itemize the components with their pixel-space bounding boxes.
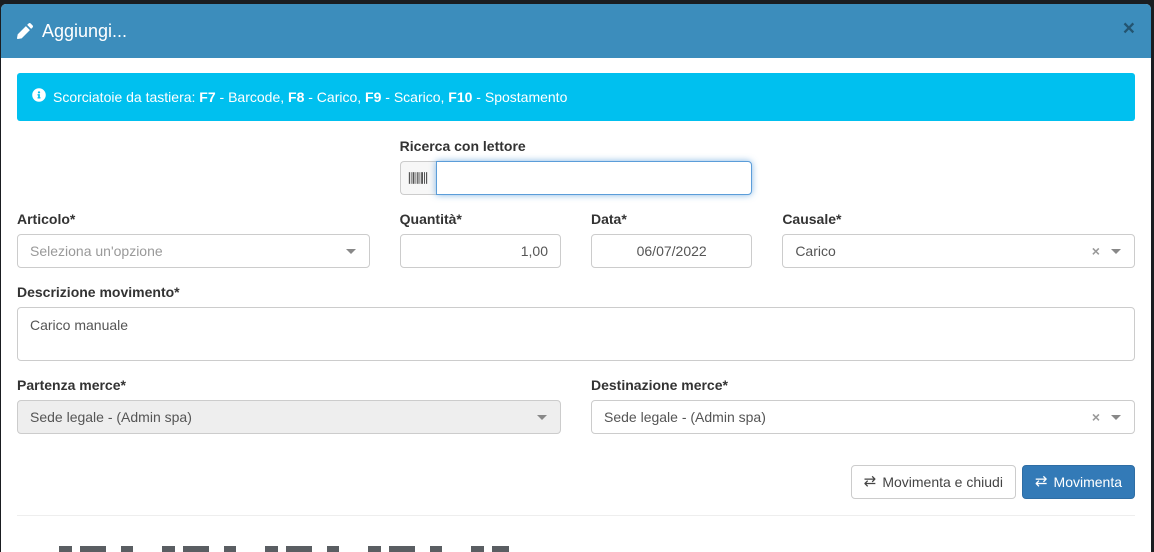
quantita-input[interactable] [400, 234, 561, 268]
shortcuts-text: Scorciatoie da tastiera: F7 - Barcode, F… [53, 87, 567, 107]
modal-body: Scorciatoie da tastiera: F7 - Barcode, F… [1, 58, 1151, 552]
partenza-value: Sede legale - (Admin spa) [30, 409, 192, 425]
pencil-icon [17, 23, 33, 39]
data-input[interactable] [591, 234, 752, 268]
chevron-down-icon [1111, 415, 1121, 420]
action-buttons: ⇄ Movimenta e chiudi ⇄ Movimenta [17, 465, 1135, 499]
footer-divider [17, 515, 1135, 516]
destinazione-label: Destinazione merce* [591, 376, 1135, 394]
partenza-select: Sede legale - (Admin spa) [17, 400, 561, 434]
causale-select[interactable]: Carico × [782, 234, 1135, 268]
destinazione-select[interactable]: Sede legale - (Admin spa) × [591, 400, 1135, 434]
movimenta-button[interactable]: ⇄ Movimenta [1022, 465, 1135, 499]
articolo-label: Articolo* [17, 210, 370, 228]
chevron-down-icon [1111, 249, 1121, 254]
modal-title: Aggiungi... [17, 21, 127, 42]
quantita-label: Quantità* [400, 210, 561, 228]
chevron-down-icon [346, 249, 356, 254]
cutoff-table-text [59, 546, 509, 552]
add-movement-modal: Aggiungi... × Scorciatoie da tastiera: F… [1, 4, 1151, 552]
descrizione-textarea[interactable]: Carico manuale [17, 307, 1135, 361]
articolo-placeholder: Seleziona un'opzione [30, 243, 163, 259]
causale-value: Carico [795, 243, 835, 259]
close-icon[interactable]: × [1123, 18, 1135, 39]
clear-icon[interactable]: × [1092, 401, 1100, 433]
exchange-icon: ⇄ [1035, 472, 1048, 492]
movimenta-e-chiudi-button[interactable]: ⇄ Movimenta e chiudi [851, 465, 1016, 499]
modal-header: Aggiungi... × [1, 4, 1151, 58]
descrizione-label: Descrizione movimento* [17, 283, 1135, 301]
exchange-icon: ⇄ [864, 472, 877, 492]
modal-title-text: Aggiungi... [42, 21, 127, 42]
info-circle-icon [32, 87, 46, 107]
keyboard-shortcuts-banner: Scorciatoie da tastiera: F7 - Barcode, F… [17, 73, 1135, 121]
movimenta-label: Movimenta [1054, 472, 1122, 492]
movimenta-e-chiudi-label: Movimenta e chiudi [882, 472, 1003, 492]
articolo-select[interactable]: Seleziona un'opzione [17, 234, 370, 268]
causale-label: Causale* [782, 210, 1135, 228]
clear-icon[interactable]: × [1092, 235, 1100, 267]
barcode-search-label: Ricerca con lettore [400, 137, 753, 155]
partenza-label: Partenza merce* [17, 376, 561, 394]
chevron-down-icon [537, 415, 547, 420]
data-label: Data* [591, 210, 752, 228]
barcode-search-group [400, 161, 753, 195]
barcode-search-input[interactable] [436, 161, 752, 195]
destinazione-value: Sede legale - (Admin spa) [604, 409, 766, 425]
barcode-icon [400, 161, 437, 195]
